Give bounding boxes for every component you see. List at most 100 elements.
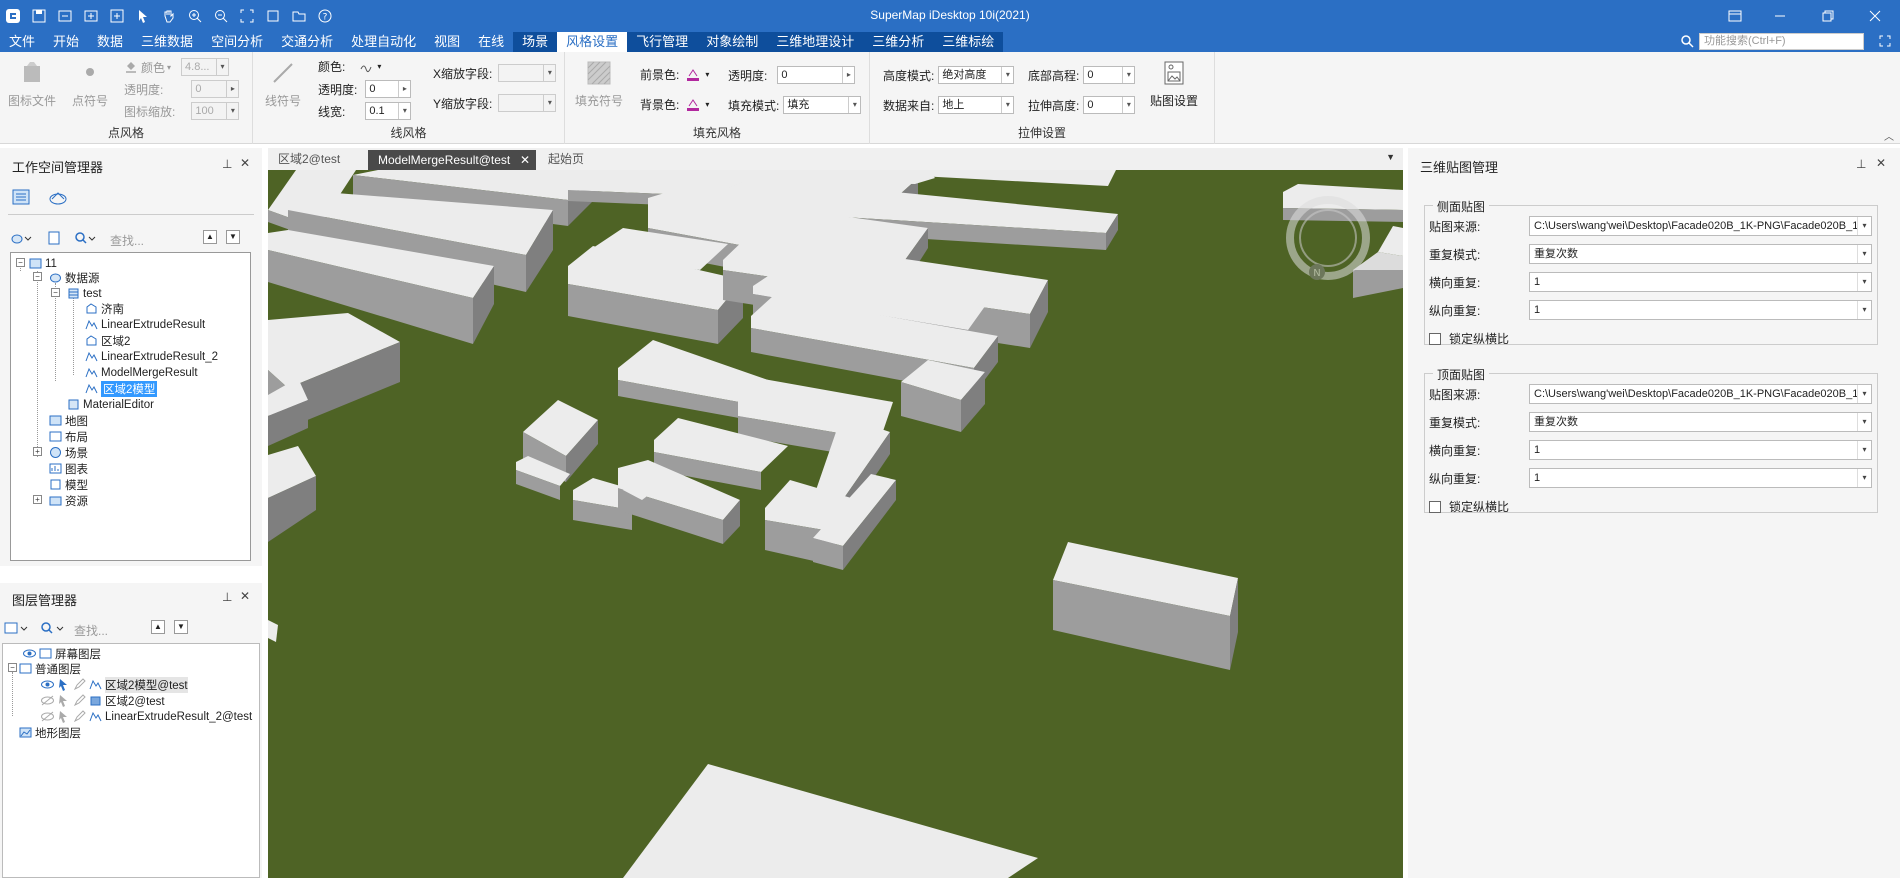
scroll-down-icon[interactable]: ▼	[226, 230, 240, 244]
fill-mode-select[interactable]: 填充 ▾	[783, 96, 862, 114]
fore-color-icon[interactable]	[685, 68, 701, 82]
tree-node-scenes[interactable]: 场景	[49, 445, 88, 460]
menu-automation[interactable]: 处理自动化	[342, 32, 425, 52]
editable-icon[interactable]	[73, 710, 86, 723]
tree-node-models[interactable]: 模型	[49, 477, 88, 492]
tree-search-icon[interactable]	[74, 231, 96, 248]
add-layer-icon[interactable]	[4, 621, 30, 638]
close-tab-icon[interactable]: ✕	[520, 150, 530, 170]
menu-flight[interactable]: 飞行管理	[627, 32, 698, 52]
close-panel-icon[interactable]: ✕	[240, 156, 250, 170]
3d-scene-view[interactable]: N	[268, 170, 1403, 878]
pin-icon[interactable]: ⊥	[222, 157, 232, 171]
eye-hidden-icon[interactable]	[41, 694, 54, 707]
back-color-dropdown-icon[interactable]: ▾	[705, 100, 709, 109]
top-lock-ratio-checkbox[interactable]: 锁定纵横比	[1429, 498, 1509, 515]
dataset-item[interactable]: LinearExtrudeResult_2	[85, 349, 218, 364]
menu-3d-geodesign[interactable]: 三维地理设计	[767, 32, 864, 52]
layer-search-input[interactable]: 查找...	[74, 622, 108, 639]
line-color-icon[interactable]	[359, 60, 373, 74]
restore-icon[interactable]	[1813, 6, 1843, 26]
minimize-icon[interactable]	[1765, 6, 1795, 26]
move-layer-down-icon[interactable]: ▼	[174, 620, 188, 634]
checkbox-icon[interactable]	[1429, 500, 1441, 513]
fill-transparency-field[interactable]: 0 ▸	[777, 66, 856, 84]
menu-online[interactable]: 在线	[469, 32, 513, 52]
line-width-field[interactable]: 0.1 ▾	[365, 102, 412, 120]
selectable-icon[interactable]	[57, 678, 70, 691]
ribbon-display-icon[interactable]	[1720, 6, 1750, 26]
menu-3d-data[interactable]: 三维数据	[132, 32, 202, 52]
tab-modelmergeresult[interactable]: ModelMergeResult@test ✕	[368, 150, 536, 170]
terrain-layer-node[interactable]: 地形图层	[19, 725, 81, 740]
expand-toggle[interactable]: −	[51, 288, 60, 297]
dataset-item[interactable]: ModelMergeResult	[85, 365, 198, 380]
x-scale-field[interactable]: ▾	[498, 64, 557, 82]
extrude-height-field[interactable]: 0 ▾	[1083, 96, 1136, 114]
dataset-item[interactable]: 区域2	[85, 333, 130, 348]
pin-icon[interactable]: ⊥	[1856, 157, 1866, 171]
normal-layer-node[interactable]: 普通图层	[19, 661, 81, 676]
expand-window-icon[interactable]	[1878, 34, 1892, 51]
top-source-select[interactable]: C:\Users\wang'wei\Desktop\Facade020B_1K-…	[1529, 384, 1872, 404]
top-h-repeat-field[interactable]: 1 ▾	[1529, 440, 1872, 460]
menu-spatial-analysis[interactable]: 空间分析	[202, 32, 272, 52]
editable-icon[interactable]	[73, 694, 86, 707]
layer-search-icon[interactable]	[40, 621, 66, 638]
fill-symbol-button[interactable]: 填充符号	[575, 58, 623, 109]
fore-color-dropdown-icon[interactable]: ▾	[705, 70, 709, 79]
data-from-select[interactable]: 地上 ▾	[938, 96, 1015, 114]
side-repeat-mode-select[interactable]: 重复次数 ▾	[1529, 244, 1872, 264]
screen-layer-node[interactable]: 屏幕图层	[23, 646, 101, 661]
line-transparency-field[interactable]: 0 ▸	[365, 80, 412, 98]
menu-file[interactable]: 文件	[0, 32, 44, 52]
tree-node-datasources[interactable]: 数据源	[49, 270, 100, 285]
tree-node-resources[interactable]: 资源	[49, 493, 88, 508]
menu-start[interactable]: 开始	[44, 32, 88, 52]
expand-toggle[interactable]: +	[33, 447, 42, 456]
height-mode-select[interactable]: 绝对高度 ▾	[938, 66, 1015, 84]
layer-item[interactable]: 区域2模型@test	[41, 676, 188, 693]
selectable-icon[interactable]	[57, 694, 70, 707]
side-h-repeat-field[interactable]: 1 ▾	[1529, 272, 1872, 292]
tree-node-material-editor[interactable]: MaterialEditor	[67, 397, 154, 412]
icon-scale-field[interactable]: 100 ▾	[191, 102, 240, 120]
menu-object-drawing[interactable]: 对象绘制	[697, 32, 768, 52]
scroll-up-icon[interactable]: ▲	[203, 230, 217, 244]
icon-file-button[interactable]: 图标文件	[8, 58, 56, 109]
expand-toggle[interactable]: −	[16, 258, 25, 267]
menu-scene[interactable]: 场景	[513, 32, 558, 52]
layer-item[interactable]: 区域2@test	[41, 693, 165, 708]
back-color-icon[interactable]	[685, 98, 701, 112]
dataset-item-selected[interactable]: 区域2模型	[85, 380, 158, 397]
side-source-select[interactable]: C:\Users\wang'wei\Desktop\Facade020B_1K-…	[1529, 216, 1872, 236]
expand-toggle[interactable]: −	[33, 272, 42, 281]
tree-node-maps[interactable]: 地图	[49, 413, 88, 428]
close-panel-icon[interactable]: ✕	[1876, 156, 1886, 170]
checkbox-icon[interactable]	[1429, 332, 1441, 345]
workspace-tree-tab-icon[interactable]	[12, 189, 32, 210]
open-datasource-icon[interactable]	[10, 231, 32, 248]
dataset-item[interactable]: 济南	[85, 301, 124, 316]
menu-3d-plotting[interactable]: 三维标绘	[933, 32, 1004, 52]
point-transparency-field[interactable]: 0 ▸	[191, 80, 240, 98]
tree-node-layouts[interactable]: 布局	[49, 429, 88, 444]
texture-settings-button[interactable]: 贴图设置	[1150, 58, 1198, 109]
layer-item[interactable]: LinearExtrudeResult_2@test	[41, 709, 252, 724]
top-repeat-mode-select[interactable]: 重复次数 ▾	[1529, 412, 1872, 432]
tab-list-dropdown-icon[interactable]: ▼	[1386, 152, 1395, 162]
menu-traffic-analysis[interactable]: 交通分析	[272, 32, 342, 52]
tree-node-charts[interactable]: 图表	[49, 461, 88, 476]
side-lock-ratio-checkbox[interactable]: 锁定纵横比	[1429, 330, 1509, 347]
pin-icon[interactable]: ⊥	[222, 590, 232, 604]
expand-toggle[interactable]: +	[33, 495, 42, 504]
workspace-search-input[interactable]: 查找...	[110, 232, 144, 249]
eye-icon[interactable]	[41, 678, 54, 691]
function-search-input[interactable]: 功能搜索(Ctrl+F)	[1699, 33, 1864, 50]
bottom-height-field[interactable]: 0 ▾	[1083, 66, 1136, 84]
close-panel-icon[interactable]: ✕	[240, 589, 250, 603]
tab-start-page[interactable]: 起始页	[538, 148, 594, 170]
new-document-icon[interactable]	[47, 231, 61, 248]
selectable-icon[interactable]	[57, 710, 70, 723]
menu-view[interactable]: 视图	[425, 32, 469, 52]
